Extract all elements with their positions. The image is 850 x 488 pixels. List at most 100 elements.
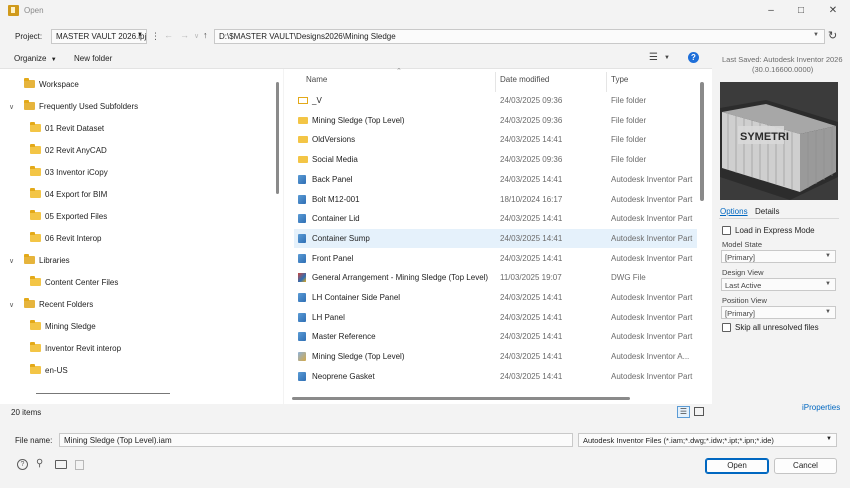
column-header-type[interactable]: Type xyxy=(611,75,628,87)
recent-chevron-icon[interactable]: ∨ xyxy=(194,32,199,40)
nav-item-content-center[interactable]: Content Center Files xyxy=(30,275,118,291)
project-label: Project: xyxy=(15,32,43,41)
forward-icon[interactable]: → xyxy=(180,30,189,40)
back-icon[interactable]: ← xyxy=(164,30,173,40)
cancel-button[interactable]: Cancel xyxy=(774,458,837,474)
file-row[interactable]: Container Lid 24/03/2025 14:41 Autodesk In… xyxy=(294,209,697,228)
file-date: 11/03/2025 19:07 xyxy=(500,273,562,283)
file-date: 24/03/2025 09:36 xyxy=(500,155,563,165)
skip-unresolved-checkbox[interactable] xyxy=(722,323,731,332)
folder-icon xyxy=(30,209,41,220)
file-row[interactable]: LH Container Side Panel 24/03/2025 14:41 A… xyxy=(294,288,697,307)
organize-button[interactable]: Organize ▼ xyxy=(14,54,57,63)
file-list-horizontal-scrollbar[interactable] xyxy=(292,397,630,400)
folder-icon xyxy=(30,121,41,132)
part-icon xyxy=(298,371,306,381)
chevron-down-icon[interactable]: ∨ xyxy=(9,257,14,265)
file-row[interactable]: Front Panel 24/03/2025 14:41 Autodesk Inve… xyxy=(294,249,697,268)
iproperties-link[interactable]: iProperties xyxy=(802,403,840,412)
filename-input[interactable]: Mining Sledge (Top Level).iam xyxy=(59,433,573,447)
more-icon[interactable]: ⋮ xyxy=(151,31,160,42)
folder-icon xyxy=(30,231,41,242)
tab-details[interactable]: Details xyxy=(755,207,779,216)
file-row[interactable]: Social Media 24/03/2025 09:36 File folder xyxy=(294,150,697,169)
find-icon[interactable]: ⚲ xyxy=(36,458,43,469)
nav-label: 01 Revit Dataset xyxy=(45,124,105,133)
design-view-dropdown[interactable]: Last Active ▼ xyxy=(721,278,836,291)
position-view-label: Position View xyxy=(722,296,767,305)
file-row[interactable]: Container Sump 24/03/2025 14:41 Autodesk I… xyxy=(294,228,697,248)
file-type: Autodesk Inventor Part xyxy=(611,194,693,204)
chevron-down-icon[interactable]: ∨ xyxy=(9,301,14,309)
help-circle-icon[interactable]: ? xyxy=(17,459,28,470)
nav-item-workspace[interactable]: Workspace xyxy=(24,77,79,93)
column-header-name[interactable]: Name xyxy=(306,75,327,87)
nav-item-recent[interactable]: Recent Folders xyxy=(24,297,93,313)
nav-item-frequent-5[interactable]: 05 Exported Files xyxy=(30,209,107,225)
file-type: Autodesk Inventor Part xyxy=(611,174,693,184)
options-icon[interactable] xyxy=(75,460,84,470)
open-button[interactable]: Open xyxy=(705,458,769,474)
nav-item-recent-2[interactable]: Inventor Revit interop xyxy=(30,341,121,357)
nav-item-frequent-1[interactable]: 01 Revit Dataset xyxy=(30,121,104,137)
express-mode-label: Load in Express Mode xyxy=(735,226,815,235)
file-row[interactable]: _V 24/03/2025 09:36 File folder xyxy=(294,91,697,110)
file-name: Front Panel xyxy=(312,253,354,263)
file-date: 24/03/2025 09:36 xyxy=(500,96,563,105)
nav-item-frequent-4[interactable]: 04 Export for BIM xyxy=(30,187,107,203)
file-type-filter[interactable]: Autodesk Inventor Files (*.iam;*.dwg;*.i… xyxy=(578,433,837,447)
express-mode-checkbox[interactable] xyxy=(722,226,731,235)
file-type: Autodesk Inventor Part xyxy=(611,233,693,243)
nav-item-recent-1[interactable]: Mining Sledge xyxy=(30,319,96,335)
refresh-icon[interactable]: ↻ xyxy=(828,29,837,42)
chevron-down-icon[interactable]: ∨ xyxy=(9,103,14,111)
minimize-icon[interactable]: – xyxy=(756,2,786,20)
file-type: Autodesk Inventor Part xyxy=(611,253,693,263)
file-date: 18/10/2024 16:17 xyxy=(500,194,563,204)
nav-item-frequent-3[interactable]: 03 Inventor iCopy xyxy=(30,165,108,181)
nav-divider xyxy=(36,393,170,394)
file-row[interactable]: LH Panel 24/03/2025 14:41 Autodesk Invento… xyxy=(294,308,697,327)
file-row[interactable]: General Arrangement - Mining Sledge (Top… xyxy=(294,268,697,287)
file-row[interactable]: Back Panel 24/03/2025 14:41 Autodesk Inven… xyxy=(294,170,697,189)
file-row[interactable]: OldVersions 24/03/2025 14:41 File folder xyxy=(294,130,697,149)
maximize-icon[interactable]: □ xyxy=(786,2,816,20)
file-type: File folder xyxy=(611,115,647,125)
file-name: General Arrangement - Mining Sledge (Top… xyxy=(312,273,489,283)
column-header-date[interactable]: Date modified xyxy=(500,75,549,87)
file-row[interactable]: Mining Sledge (Top Level) 24/03/2025 14:4… xyxy=(294,347,697,366)
model-state-dropdown[interactable]: [Primary] ▼ xyxy=(721,250,836,263)
file-row[interactable]: Bolt M12-001 18/10/2024 16:17 Autodesk Inv… xyxy=(294,190,697,209)
address-bar[interactable]: D:\$MASTER VAULT\Designs2026\Mining Sled… xyxy=(214,29,825,44)
nav-item-libraries[interactable]: Libraries xyxy=(24,253,70,269)
project-dropdown[interactable]: MASTER VAULT 2026.ipj ▼ xyxy=(51,29,147,44)
preview-pane-icon[interactable] xyxy=(694,407,704,416)
file-row[interactable]: Mining Sledge (Top Level) 24/03/2025 09:3… xyxy=(294,111,697,130)
file-row[interactable]: Neoprene Gasket 24/03/2025 14:41 Autodesk … xyxy=(294,367,697,386)
column-divider[interactable] xyxy=(495,72,496,92)
nav-item-frequent-2[interactable]: 02 Revit AnyCAD xyxy=(30,143,107,159)
view-menu-icon[interactable]: ☰ xyxy=(649,52,658,63)
file-list-scrollbar[interactable] xyxy=(700,82,704,201)
open-folder-icon[interactable] xyxy=(55,460,67,469)
tab-options[interactable]: Options xyxy=(720,207,748,216)
file-row[interactable]: Master Reference 24/03/2025 14:41 Autodesk… xyxy=(294,327,697,346)
help-icon[interactable]: ? xyxy=(688,52,699,63)
position-view-value: [Primary] xyxy=(725,309,755,318)
filename-label: File name: xyxy=(15,436,53,445)
new-folder-button[interactable]: New folder xyxy=(74,54,112,63)
up-icon[interactable]: ↑ xyxy=(203,30,208,40)
chevron-down-icon[interactable]: ▼ xyxy=(664,55,670,61)
nav-item-frequent-6[interactable]: 06 Revit Interop xyxy=(30,231,101,247)
model-state-value: [Primary] xyxy=(725,253,755,262)
nav-scrollbar[interactable] xyxy=(276,82,279,194)
close-icon[interactable]: ✕ xyxy=(818,2,848,20)
nav-item-frequent[interactable]: Frequently Used Subfolders xyxy=(24,99,138,115)
position-view-dropdown[interactable]: [Primary] ▼ xyxy=(721,306,836,319)
column-divider[interactable] xyxy=(606,72,607,92)
details-view-icon[interactable]: ☰ xyxy=(677,406,690,418)
nav-item-recent-3[interactable]: en-US xyxy=(30,363,68,379)
part-icon xyxy=(298,214,306,224)
item-count: 20 items xyxy=(11,408,42,417)
file-name: Social Media xyxy=(312,155,358,165)
